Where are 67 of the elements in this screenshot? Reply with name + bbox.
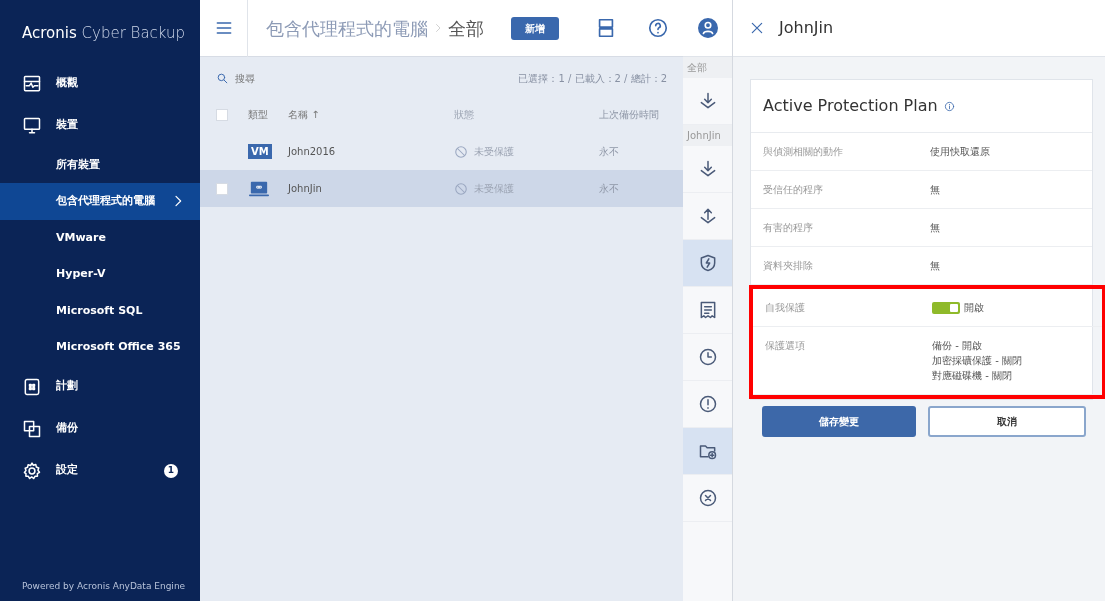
setting-label: 保護選項 bbox=[765, 339, 806, 353]
setting-label: 有害的程序 bbox=[763, 221, 814, 235]
selection-counter: 已選擇：1 / 已載入：2 / 總計：2 bbox=[518, 72, 667, 86]
help-icon bbox=[647, 17, 669, 39]
user-icon bbox=[696, 17, 719, 39]
close-icon bbox=[749, 20, 765, 36]
column-header[interactable]: 名稱 ↑ bbox=[288, 107, 454, 122]
table-row[interactable]: VM John2016 未受保護 永不 bbox=[200, 133, 683, 170]
cancel-icon bbox=[697, 488, 718, 508]
column-header[interactable]: 類型 bbox=[228, 107, 288, 122]
last-backup-time: 永不 bbox=[599, 182, 619, 196]
sidebar-subitem[interactable]: Hyper-V bbox=[0, 256, 200, 293]
vm-badge: VM bbox=[248, 144, 272, 159]
setting-value: 無 bbox=[930, 183, 940, 197]
logo: Acronis Cyber Backup bbox=[21, 23, 187, 44]
machine-name: JohnJin bbox=[288, 182, 323, 196]
sidebar-subitem[interactable]: Microsoft Office 365 bbox=[0, 329, 200, 366]
sidebar-subitem[interactable]: Microsoft SQL bbox=[0, 292, 200, 329]
clock-icon bbox=[697, 347, 718, 367]
sidebar-item[interactable]: 備份 bbox=[0, 407, 200, 450]
save-button[interactable]: 儲存變更 bbox=[762, 406, 916, 437]
stacked-squares-icon bbox=[22, 418, 42, 439]
setting-value: 無 bbox=[930, 221, 940, 235]
sidebar-subitem[interactable]: VMware bbox=[0, 219, 200, 256]
toggle-label: 開啟 bbox=[964, 301, 984, 315]
panel-title: JohnJin bbox=[779, 17, 834, 39]
sidebar-item[interactable]: 計劃 bbox=[0, 365, 200, 408]
notification-badge: 1 bbox=[164, 463, 178, 478]
setting-label: 自我保護 bbox=[765, 301, 806, 315]
alert-icon bbox=[697, 394, 718, 414]
setting-value: 加密採礦保護 - 關閉 bbox=[932, 354, 1022, 368]
setting-label: 受信任的程序 bbox=[763, 183, 824, 197]
card-title: Active Protection Plan bbox=[763, 95, 938, 117]
toggle-switch[interactable] bbox=[932, 301, 960, 314]
status-text: 未受保護 bbox=[474, 145, 514, 159]
monitor-icon bbox=[22, 115, 42, 136]
row-checkbox[interactable] bbox=[216, 182, 228, 195]
last-backup-time: 永不 bbox=[599, 145, 619, 159]
pulse-monitor-icon bbox=[22, 73, 42, 94]
blocked-icon bbox=[454, 181, 468, 196]
setting-value: 備份 - 開啟 bbox=[932, 339, 983, 353]
machine-name: John2016 bbox=[288, 145, 337, 159]
section-label: 全部 bbox=[683, 57, 732, 78]
cancel-button[interactable]: 取消 bbox=[928, 406, 1086, 437]
setting-value: 無 bbox=[930, 259, 940, 273]
blocked-icon bbox=[454, 144, 468, 159]
sidebar-subitem[interactable]: 包含代理程式的電腦 bbox=[0, 183, 200, 220]
section-label: JohnJin bbox=[683, 125, 732, 146]
action-button[interactable] bbox=[683, 428, 732, 475]
sidebar-item[interactable]: 概觀 bbox=[0, 62, 200, 105]
select-all-checkbox[interactable] bbox=[216, 108, 228, 121]
breadcrumb-current: 全部 bbox=[448, 16, 484, 41]
sidebar-subitem[interactable]: 所有裝置 bbox=[0, 146, 200, 183]
setting-label: 資料夾排除 bbox=[763, 259, 814, 273]
setting-value: 使用快取還原 bbox=[930, 145, 990, 159]
info-icon bbox=[943, 100, 955, 112]
add-button[interactable]: 新增 bbox=[511, 16, 559, 40]
search-icon bbox=[216, 72, 229, 85]
search-field[interactable]: 搜尋 bbox=[229, 71, 349, 86]
action-button[interactable] bbox=[683, 240, 732, 287]
footer-text: Powered by Acronis AnyData Engine bbox=[21, 579, 187, 593]
setting-value: 對應磁碟機 - 關閉 bbox=[932, 369, 1013, 383]
grid-document-icon bbox=[22, 376, 42, 397]
sidebar-item[interactable]: 設定 1 bbox=[0, 449, 200, 492]
sidebar-item[interactable]: 裝置 bbox=[0, 104, 200, 147]
settings-icon bbox=[22, 460, 42, 481]
setting-label: 與偵測相關的動作 bbox=[763, 145, 844, 159]
